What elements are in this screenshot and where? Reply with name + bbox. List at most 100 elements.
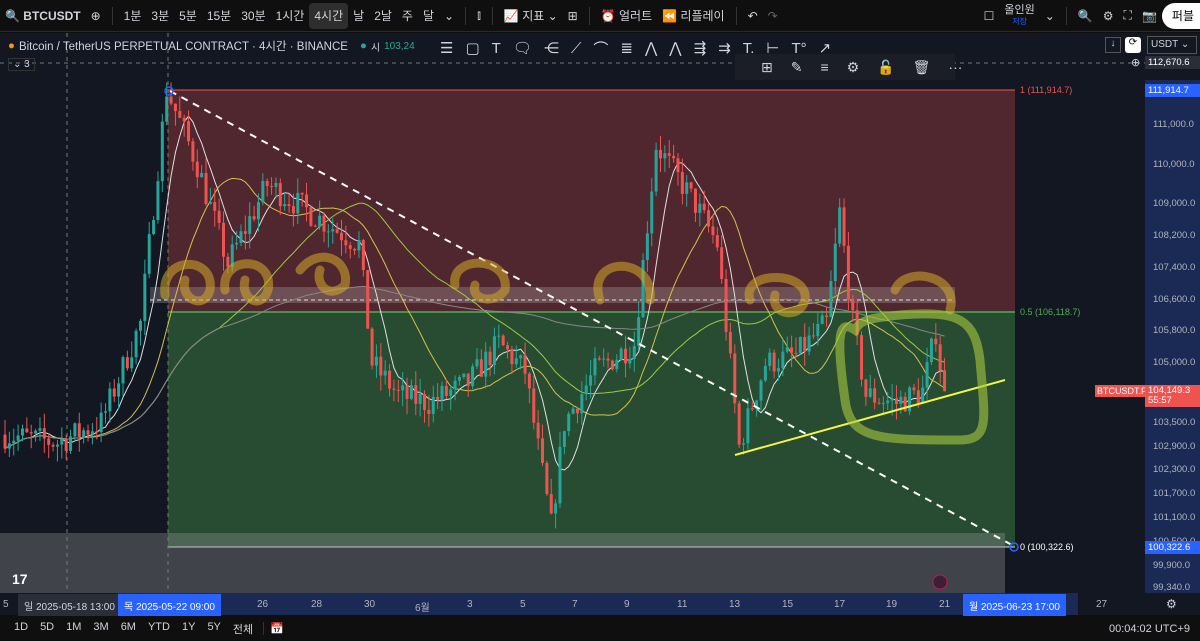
line-width-icon[interactable]: ≡: [820, 59, 828, 75]
indicator-collapse-button[interactable]: ⌄ 3: [8, 58, 35, 71]
crosshair-price-tag: 112,670.6: [1145, 56, 1200, 69]
price-tick: 102,300.0: [1153, 464, 1196, 476]
event-marker-icon[interactable]: [932, 574, 948, 590]
currency-select[interactable]: USDT ⌄: [1147, 36, 1197, 54]
candle-body: [423, 394, 427, 410]
candle-body: [938, 344, 942, 371]
candle-body: [357, 240, 361, 251]
range-0[interactable]: 1D: [8, 621, 34, 637]
rectangle-tool-icon[interactable]: ▢: [465, 39, 479, 57]
candle-body: [571, 408, 575, 414]
candle-body: [711, 226, 715, 236]
publish-button[interactable]: 퍼블: [1161, 2, 1200, 29]
candle-body: [178, 111, 182, 118]
legend-title[interactable]: Bitcoin / TetherUS PERPETUAL CONTRACT · …: [19, 38, 348, 54]
candle-body: [449, 389, 453, 396]
axis-settings-icon[interactable]: ⚙: [1166, 597, 1177, 611]
goto-date-calendar-icon[interactable]: 📅: [263, 622, 290, 635]
candle-body: [191, 141, 195, 162]
candle-body: [838, 207, 842, 244]
candle-body: [243, 231, 247, 234]
candle-body: [38, 428, 42, 431]
candle-body: [383, 370, 387, 376]
time-tick: 3: [467, 599, 473, 610]
fib-label-1: 1 (111,914.7): [1020, 85, 1073, 95]
text-tool-icon[interactable]: T: [492, 40, 501, 57]
candle-body: [597, 358, 601, 360]
price-tick: 101,700.0: [1153, 488, 1196, 500]
projection-tool-icon[interactable]: ⇉: [718, 39, 731, 57]
price-tick: 101,100.0: [1153, 512, 1196, 524]
candle-body: [414, 385, 418, 404]
candle-body: [217, 210, 221, 223]
candle-body: [77, 423, 81, 438]
time-tick: 6월: [415, 603, 430, 614]
chart-canvas[interactable]: 17: [0, 0, 1145, 593]
candle-body: [925, 362, 929, 388]
pattern-abcd-icon[interactable]: ⋀: [669, 39, 681, 57]
candle-body: [3, 434, 7, 449]
fork-tool-icon[interactable]: ⋲: [544, 39, 559, 57]
auto-scale-icon[interactable]: ⟳: [1125, 37, 1141, 53]
candle-body: [51, 444, 55, 447]
fib-label-0: 0 (100,322.6): [1020, 542, 1074, 552]
pencil-color-icon[interactable]: ✎: [791, 59, 803, 76]
range-3[interactable]: 3M: [87, 621, 114, 637]
candle-body: [235, 242, 239, 245]
lock-icon[interactable]: 🔓: [877, 59, 894, 76]
template-icon[interactable]: ⊞: [761, 59, 773, 76]
candle-body: [479, 359, 483, 377]
price-tick: 108,200.0: [1153, 230, 1196, 242]
candle-body: [182, 117, 186, 122]
candle-body: [147, 234, 151, 274]
candle-body: [637, 317, 641, 347]
candle-body: [322, 215, 326, 232]
range-6[interactable]: 1Y: [176, 621, 201, 637]
candle-body: [943, 370, 947, 392]
range-5[interactable]: YTD: [142, 621, 176, 637]
trash-icon[interactable]: 🗑: [913, 59, 931, 76]
candle-body: [825, 315, 829, 317]
time-cursor-tag: 일 2025-05-18 13:00: [18, 594, 121, 617]
range-tool-icon[interactable]: ⇶: [694, 39, 707, 57]
lines-tool-icon[interactable]: ☰: [440, 39, 453, 57]
candle-body: [55, 444, 59, 447]
candle-body: [615, 359, 619, 370]
more-icon[interactable]: ···: [948, 59, 962, 75]
candle-body: [894, 398, 898, 404]
candle-body: [396, 389, 400, 391]
currency-value: USDT: [1151, 39, 1179, 50]
tradingview-logo: 17: [12, 571, 28, 587]
clock[interactable]: 00:04:02 UTC+9: [1103, 623, 1196, 635]
range-2[interactable]: 1M: [60, 621, 87, 637]
fib-tool-icon[interactable]: ≣: [620, 39, 633, 57]
candle-body: [309, 207, 313, 226]
range-1[interactable]: 5D: [34, 621, 60, 637]
gann-fan-icon[interactable]: ⟋: [571, 40, 582, 57]
path-tool-icon[interactable]: ⌒: [593, 38, 608, 59]
candle-body: [811, 335, 815, 337]
candle-body: [685, 182, 689, 194]
candle-body: [846, 245, 850, 300]
range-8[interactable]: 전체: [227, 621, 259, 637]
candle-body: [261, 180, 265, 203]
candle-body: [471, 366, 475, 386]
candle-body: [702, 203, 706, 211]
range-7[interactable]: 5Y: [201, 621, 226, 637]
candle-body: [659, 149, 662, 159]
pattern-xabcd-icon[interactable]: ⋀: [645, 39, 657, 57]
candle-body: [820, 315, 824, 324]
candle-body: [628, 359, 632, 364]
candle-body: [370, 328, 374, 366]
range-4[interactable]: 6M: [115, 621, 142, 637]
candle-body: [444, 385, 448, 396]
candle-body: [567, 413, 571, 432]
add-alert-plus-icon[interactable]: ⊕: [1131, 56, 1140, 69]
candle-body: [807, 335, 811, 352]
scroll-down-icon[interactable]: ↓: [1105, 37, 1121, 53]
settings-icon[interactable]: ⚙: [847, 59, 860, 76]
callout-tool-icon[interactable]: 🗨: [513, 39, 532, 57]
candle-body: [25, 428, 29, 433]
candle-body: [379, 356, 383, 376]
candle-body: [431, 396, 435, 414]
